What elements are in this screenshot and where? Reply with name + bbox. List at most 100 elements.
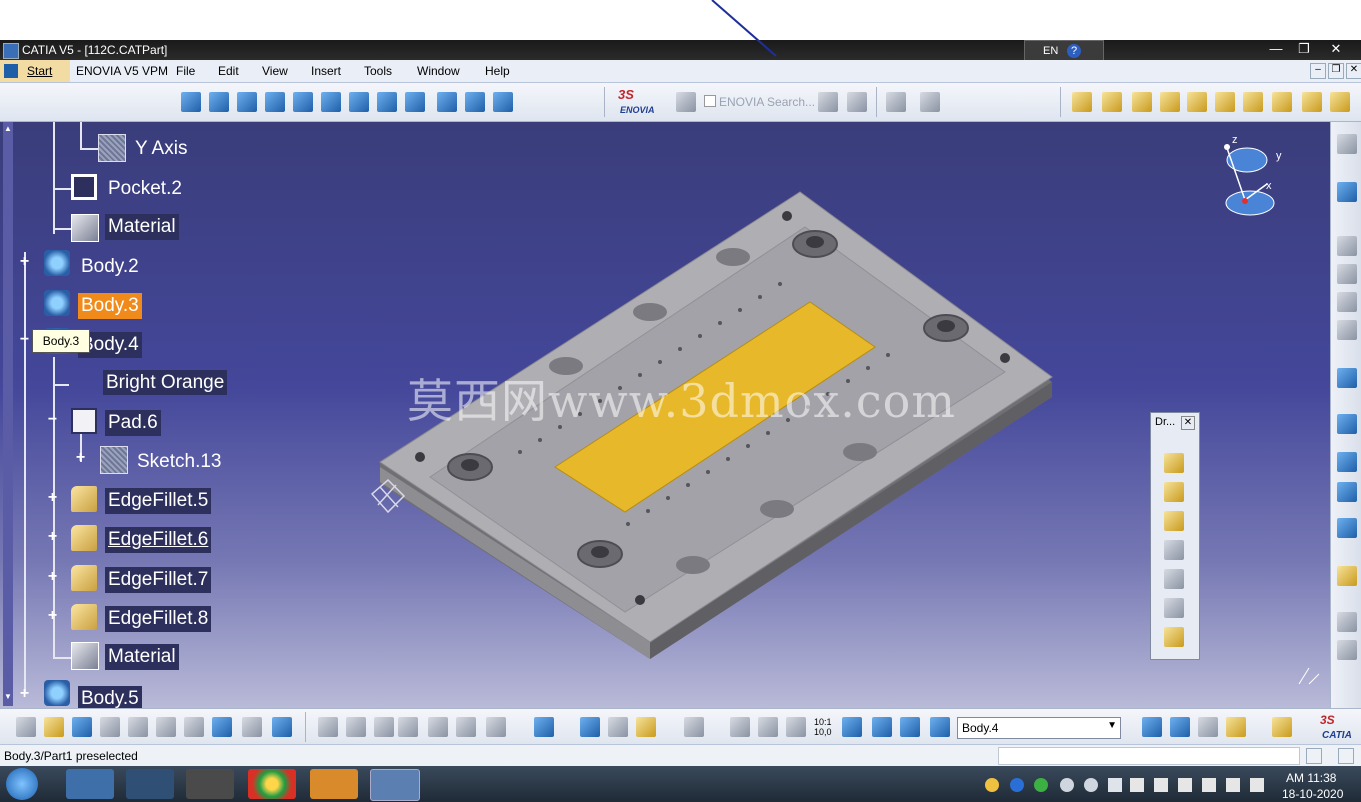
work-object-icon[interactable] bbox=[930, 717, 950, 737]
wireframe-icon[interactable] bbox=[1198, 717, 1218, 737]
swap-space-icon[interactable] bbox=[493, 92, 513, 112]
windows-start-icon[interactable] bbox=[6, 768, 38, 800]
menu-enovia[interactable]: ENOVIA V5 VPM bbox=[76, 64, 168, 78]
enovia-refresh-icon[interactable] bbox=[920, 92, 940, 112]
menu-tools[interactable]: Tools bbox=[364, 64, 392, 78]
help-icon[interactable]: ? bbox=[1067, 44, 1081, 58]
taskbar-media-icon[interactable] bbox=[310, 769, 358, 799]
expand-edgefillet-6-icon[interactable]: + bbox=[46, 529, 59, 545]
doc-close-button[interactable]: ✕ bbox=[1346, 63, 1361, 79]
symmetry-icon[interactable] bbox=[1337, 292, 1357, 312]
taskbar-catia-icon[interactable] bbox=[370, 769, 420, 801]
catia-app-icon[interactable] bbox=[3, 43, 19, 59]
normal-view-icon[interactable] bbox=[349, 92, 369, 112]
reframe-icon[interactable] bbox=[730, 717, 750, 737]
taskbar-kmplayer-icon[interactable] bbox=[186, 769, 234, 799]
iso-view-icon[interactable] bbox=[405, 92, 425, 112]
action-center-icon[interactable] bbox=[1130, 778, 1144, 792]
restore-button[interactable]: ❐ bbox=[1290, 40, 1318, 58]
taskbar-time[interactable]: AM 11:38 bbox=[1286, 771, 1336, 785]
expand-edgefillet-5-icon[interactable]: + bbox=[46, 490, 59, 506]
positioned-sketch-icon[interactable] bbox=[1170, 717, 1190, 737]
power-input-field[interactable] bbox=[998, 747, 1300, 765]
taskbar-explorer-icon[interactable] bbox=[66, 769, 114, 799]
enovia-connect-icon[interactable] bbox=[676, 92, 696, 112]
network-icon[interactable] bbox=[1202, 778, 1216, 792]
analysis-icon[interactable] bbox=[1337, 640, 1357, 660]
enovia-tree-icon[interactable] bbox=[818, 92, 838, 112]
translate-icon[interactable] bbox=[1337, 236, 1357, 256]
zoom-out-icon[interactable] bbox=[321, 92, 341, 112]
catalog-icon[interactable] bbox=[428, 717, 448, 737]
multi-pad-tool-icon[interactable] bbox=[1330, 92, 1350, 112]
constraint-icon[interactable] bbox=[1337, 612, 1357, 632]
grid-icon[interactable] bbox=[842, 717, 862, 737]
rule-icon[interactable] bbox=[374, 717, 394, 737]
bluetooth-icon[interactable] bbox=[1010, 778, 1024, 792]
loft-tool-icon[interactable] bbox=[1272, 92, 1292, 112]
chamfer-tool-icon[interactable] bbox=[1164, 482, 1184, 502]
enovia-search-checkbox[interactable] bbox=[704, 95, 716, 107]
expand-body-5-icon[interactable]: + bbox=[18, 686, 31, 702]
power-icon[interactable] bbox=[1226, 778, 1240, 792]
draft-tool-icon[interactable] bbox=[1164, 511, 1184, 531]
tray-icon-1[interactable] bbox=[985, 778, 999, 792]
tree-node-bright-orange[interactable]: Bright Orange bbox=[103, 370, 228, 395]
mass-properties-icon[interactable] bbox=[636, 717, 656, 737]
speaker-icon[interactable] bbox=[1178, 778, 1192, 792]
3d-viewport[interactable]: ▲ ▼ 莫西网www.3dmox.com z y x Y Axis Pocket… bbox=[0, 122, 1330, 708]
shading-icon[interactable] bbox=[437, 92, 457, 112]
status-toggle-icon[interactable] bbox=[1306, 748, 1322, 764]
pan-hand-icon[interactable] bbox=[758, 717, 778, 737]
current-body-select[interactable]: Body.4 ▼ bbox=[957, 717, 1121, 739]
rotate-icon[interactable] bbox=[265, 92, 285, 112]
sweep-tool-icon[interactable] bbox=[1302, 92, 1322, 112]
collapse-pad-6-icon[interactable]: − bbox=[46, 412, 59, 428]
rib-tool-icon[interactable] bbox=[1132, 92, 1152, 112]
thickness-tool-icon[interactable] bbox=[1164, 569, 1184, 589]
pattern-icon[interactable] bbox=[1337, 482, 1357, 502]
constraint-display-icon[interactable] bbox=[872, 717, 892, 737]
menu-view[interactable]: View bbox=[262, 64, 288, 78]
drafting-toolbar-panel[interactable]: Dr... ✕ bbox=[1150, 412, 1200, 660]
measure-between-icon[interactable] bbox=[580, 717, 600, 737]
boolean-icon[interactable] bbox=[1337, 452, 1357, 472]
tray-icon-5[interactable] bbox=[1084, 778, 1098, 792]
settings-icon[interactable] bbox=[1337, 134, 1357, 154]
axis-sys-icon[interactable] bbox=[786, 717, 806, 737]
paste-icon[interactable] bbox=[184, 717, 204, 737]
redo-icon[interactable] bbox=[242, 717, 262, 737]
remove-face-tool-icon[interactable] bbox=[1164, 627, 1184, 647]
update-icon[interactable] bbox=[534, 717, 554, 737]
tray-icon-12[interactable] bbox=[1250, 778, 1264, 792]
collapse-body-4-icon[interactable]: − bbox=[18, 332, 31, 348]
enovia-logo[interactable]: 3S ENOVIA bbox=[614, 87, 664, 117]
save-icon[interactable] bbox=[72, 717, 92, 737]
minimize-button[interactable]: — bbox=[1262, 40, 1290, 58]
undo-icon[interactable] bbox=[212, 717, 232, 737]
groove-tool-icon[interactable] bbox=[1187, 92, 1207, 112]
table-icon[interactable] bbox=[398, 717, 418, 737]
enovia-sync-icon[interactable] bbox=[886, 92, 906, 112]
rotate-tool-icon[interactable] bbox=[1337, 264, 1357, 284]
knowledge-icon[interactable] bbox=[346, 717, 366, 737]
expand-sketch-13-icon[interactable]: + bbox=[74, 450, 87, 466]
menu-file[interactable]: File bbox=[176, 64, 195, 78]
measure-icon[interactable] bbox=[1337, 414, 1357, 434]
sketch-tool-icon[interactable] bbox=[1142, 717, 1162, 737]
zoom-in-icon[interactable] bbox=[293, 92, 313, 112]
snap-icon[interactable] bbox=[1337, 518, 1357, 538]
copy-icon[interactable] bbox=[156, 717, 176, 737]
hide-show-icon[interactable] bbox=[465, 92, 485, 112]
multi-view-icon[interactable] bbox=[377, 92, 397, 112]
tray-icon-4[interactable] bbox=[1060, 778, 1074, 792]
fit-all-icon[interactable] bbox=[209, 92, 229, 112]
enovia-save-icon[interactable] bbox=[847, 92, 867, 112]
volume-icon[interactable] bbox=[1108, 778, 1122, 792]
doc-restore-button[interactable]: ❐ bbox=[1328, 63, 1344, 79]
cut-icon[interactable] bbox=[128, 717, 148, 737]
doc-minimize-button[interactable]: – bbox=[1310, 63, 1326, 79]
status-view-icon[interactable] bbox=[1338, 748, 1354, 764]
sketcher-icon[interactable] bbox=[1337, 368, 1357, 388]
stiffener-tool-icon[interactable] bbox=[1243, 92, 1263, 112]
